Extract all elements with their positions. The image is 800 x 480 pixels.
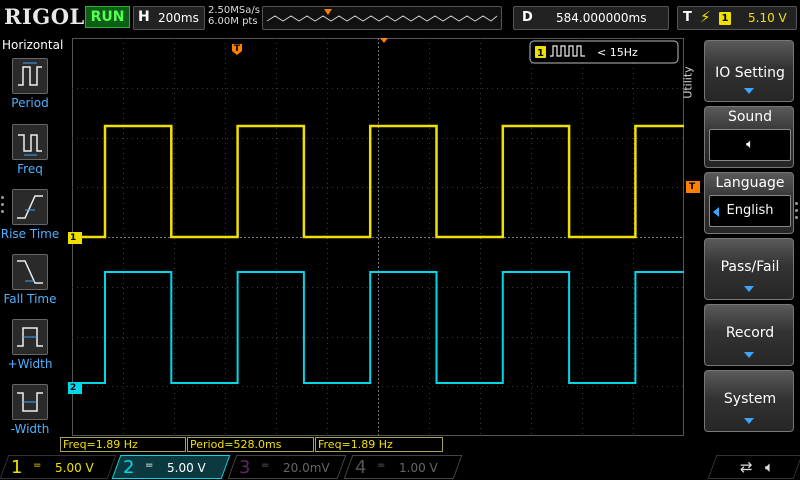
menu-title: Utility (681, 66, 695, 99)
ch4-coupling-icon: = (377, 460, 386, 471)
menu-scroll-dots (795, 202, 799, 223)
ch3-coupling-icon: = (261, 460, 270, 471)
period-icon (12, 58, 48, 94)
horizontal-timebase-box[interactable]: H 200ms (133, 6, 205, 30)
waveform-display[interactable]: T 1 < 15Hz (72, 38, 684, 436)
brand-logo: RIGOL (4, 4, 85, 29)
ch4-tab[interactable]: 4 = 1.00 V (343, 455, 463, 479)
negative-width-icon (12, 384, 48, 420)
horizontal-key: H (138, 9, 150, 25)
language-button[interactable]: Language English (704, 172, 794, 234)
language-value-box: English (709, 195, 791, 227)
ch1-coupling-icon: = (33, 460, 42, 471)
speaker-icon: 🔈︎ (746, 137, 754, 152)
counter-value: < 15Hz (597, 46, 638, 59)
memory-overview-strip[interactable] (262, 6, 502, 30)
delay-box[interactable]: D 584.000000ms (513, 6, 669, 30)
record-label: Record (725, 325, 775, 341)
trigger-level-value: 5.10 V (748, 11, 787, 25)
measure-rise-time-label: Rise Time (0, 227, 60, 241)
sound-label: Sound (727, 109, 773, 125)
measure-negative-width-label: -Width (10, 422, 50, 436)
chevron-down-icon (744, 352, 754, 358)
acquisition-info: 2.50MSa/s 6.00M pts (208, 5, 260, 27)
trigger-slope-icon: ⚡ (700, 8, 711, 26)
measure-period-label: Period (11, 96, 49, 110)
timebase-value: 200ms (158, 11, 199, 25)
ch2-scale: 5.00 V (167, 461, 206, 475)
record-button[interactable]: Record (704, 304, 794, 366)
ch2-coupling-icon: = (145, 460, 154, 471)
run-stop-status[interactable]: RUN (85, 6, 130, 28)
utility-menu: IO Setting Sound 🔈︎ Language English Pas… (704, 40, 794, 438)
horizontal-measure-panel: Horizontal Period Freq Rise Time Fall Ti… (0, 36, 64, 454)
measure-freq-item[interactable]: Freq (0, 122, 60, 186)
freq-icon (12, 124, 48, 160)
measurement-1[interactable]: Freq=1.89 Hz (60, 437, 186, 452)
trigger-level-marker[interactable]: T (686, 181, 700, 193)
measure-period-item[interactable]: Period (0, 56, 60, 120)
measure-fall-time-label: Fall Time (3, 292, 57, 306)
measure-positive-width-label: +Width (7, 357, 53, 371)
language-value: English (726, 203, 774, 218)
sample-rate: 2.50MSa/s (208, 5, 260, 16)
ch4-number: 4 (355, 457, 367, 478)
system-button[interactable]: System (704, 370, 794, 432)
usb-icon: ⇄ (740, 458, 753, 476)
ch1-offset-marker[interactable]: 1 (68, 232, 82, 244)
ch3-number: 3 (239, 457, 251, 478)
measure-negative-width-item[interactable]: -Width (0, 382, 60, 446)
fall-time-icon (12, 254, 48, 290)
ch2-number: 2 (123, 457, 135, 478)
trigger-position-label: T (234, 44, 241, 54)
ch3-tab[interactable]: 3 = 20.0mV (227, 455, 347, 479)
delay-key: D (522, 10, 533, 25)
pass-fail-button[interactable]: Pass/Fail (704, 238, 794, 300)
memory-waveform-preview (266, 9, 498, 22)
ch1-tab[interactable]: 1 = 5.00 V (0, 455, 117, 479)
chevron-down-icon (744, 286, 754, 292)
trigger-source-badge: 1 (719, 12, 731, 25)
measure-fall-time-item[interactable]: Fall Time (0, 252, 60, 316)
rise-time-icon (12, 189, 48, 225)
center-marker (380, 38, 388, 43)
ch1-scale: 5.00 V (55, 461, 94, 475)
measure-freq-label: Freq (17, 162, 43, 176)
delay-value: 584.000000ms (556, 11, 647, 25)
ch4-scale: 1.00 V (399, 461, 438, 475)
top-status-bar: RIGOL RUN H 200ms 2.50MSa/s 6.00M pts D … (0, 0, 800, 36)
speaker-status-icon: 🔈︎ (765, 458, 775, 476)
waveform-grid[interactable]: T 1 < 15Hz (72, 38, 684, 436)
ch1-number: 1 (11, 457, 23, 478)
panel-title: Horizontal (2, 38, 64, 52)
ch2-offset-marker[interactable]: 2 (68, 382, 82, 394)
sound-button[interactable]: Sound 🔈︎ (704, 106, 794, 168)
positive-width-icon (12, 319, 48, 355)
memory-trigger-marker (324, 9, 332, 15)
pass-fail-label: Pass/Fail (720, 259, 780, 275)
trigger-box[interactable]: T ⚡ 1 5.10 V (677, 6, 797, 30)
io-setting-button[interactable]: IO Setting (704, 40, 794, 102)
measure-positive-width-item[interactable]: +Width (0, 317, 60, 381)
ch3-scale: 20.0mV (283, 461, 330, 475)
memory-depth: 6.00M pts (208, 16, 258, 27)
language-label: Language (715, 175, 785, 191)
sound-value-box: 🔈︎ (709, 129, 791, 161)
measurement-2[interactable]: Period=528.0ms (187, 437, 314, 452)
ch2-tab[interactable]: 2 = 5.00 V (111, 455, 231, 479)
measure-rise-time-item[interactable]: Rise Time (0, 187, 60, 251)
status-area (707, 455, 800, 479)
chevron-down-icon (744, 88, 754, 94)
counter-channel: 1 (537, 48, 544, 59)
measurement-3[interactable]: Freq=1.89 Hz (315, 437, 443, 452)
io-setting-label: IO Setting (715, 65, 785, 81)
system-label: System (723, 391, 777, 407)
channel-status-bar: 1 = 5.00 V 2 = 5.00 V 3 = 20.0mV 4 = 1.0… (0, 454, 800, 480)
chevron-down-icon (744, 418, 754, 424)
trigger-key: T (683, 10, 692, 25)
